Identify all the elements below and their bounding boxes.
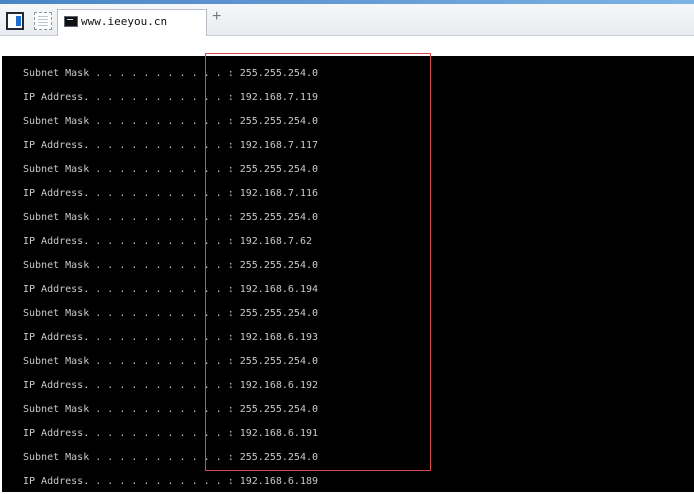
console-line: IP Address. . . . . . . . . . . . : 192.… [23, 476, 319, 487]
window-panel-icon[interactable] [6, 12, 24, 30]
tab-terminal[interactable]: www.ieeyou.cn [57, 9, 207, 36]
selection-highlight-box [205, 53, 431, 471]
add-tab-icon[interactable]: + [212, 9, 224, 25]
grid-view-icon[interactable] [34, 12, 52, 30]
window-accent-line [0, 0, 694, 4]
tab-toolbar: www.ieeyou.cn + [0, 0, 694, 36]
terminal-icon [64, 16, 78, 27]
tab-title: www.ieeyou.cn [81, 15, 168, 28]
